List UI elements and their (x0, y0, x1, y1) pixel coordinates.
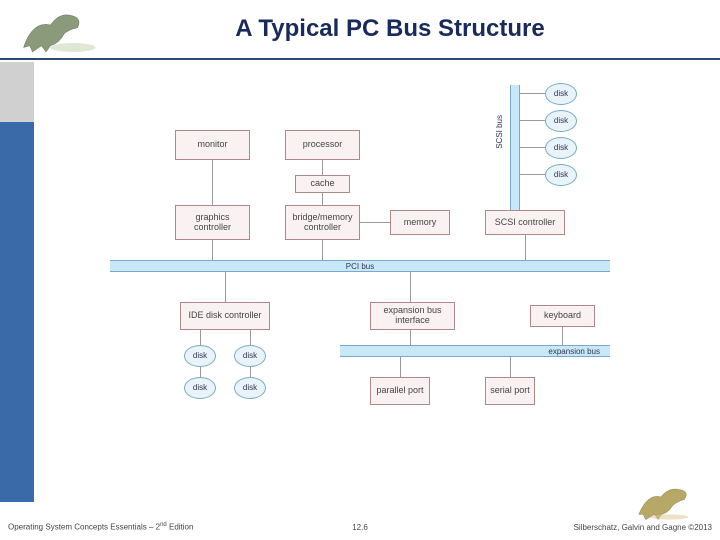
monitor-box: monitor (175, 130, 250, 160)
bus-diagram: SCSI bus disk disk disk disk monitor pro… (90, 85, 670, 485)
wire (562, 327, 563, 345)
wire (212, 160, 213, 205)
sidebar-gray (0, 62, 34, 122)
cache-box: cache (295, 175, 350, 193)
wire (200, 367, 201, 377)
wire (520, 120, 545, 121)
graphics-controller-box: graphics controller (175, 205, 250, 240)
wire (360, 222, 390, 223)
wire (250, 330, 251, 345)
ide-disk: disk (234, 377, 266, 399)
wire (520, 147, 545, 148)
ide-disk: disk (184, 345, 216, 367)
memory-box: memory (390, 210, 450, 235)
wire (410, 272, 411, 302)
wire (322, 160, 323, 175)
scsi-bus-label: SCSI bus (495, 115, 504, 149)
wire (212, 240, 213, 260)
pci-bus: PCI bus (110, 260, 610, 272)
wire (510, 357, 511, 377)
wire (520, 93, 545, 94)
wire (322, 193, 323, 205)
wire (322, 240, 323, 260)
ide-controller-box: IDE disk controller (180, 302, 270, 330)
wire (525, 235, 526, 260)
ide-disk: disk (184, 377, 216, 399)
bridge-memory-box: bridge/memory controller (285, 205, 360, 240)
expansion-interface-box: expansion bus interface (370, 302, 455, 330)
book-title: Operating System Concepts Essentials – 2 (8, 523, 160, 532)
wire (225, 272, 226, 302)
footer-right: Silberschatz, Galvin and Gagne ©2013 (574, 523, 712, 532)
scsi-controller-box: SCSI controller (485, 210, 565, 235)
processor-box: processor (285, 130, 360, 160)
expansion-bus: expansion bus (340, 345, 610, 357)
scsi-disk: disk (545, 110, 577, 132)
edition-word: Edition (167, 523, 194, 532)
edition-ordinal: nd (160, 522, 167, 528)
wire (200, 330, 201, 345)
wire (250, 367, 251, 377)
footer-left: Operating System Concepts Essentials – 2… (8, 522, 193, 532)
slide-header: A Typical PC Bus Structure (0, 0, 720, 60)
scsi-disk: disk (545, 164, 577, 186)
ide-disk: disk (234, 345, 266, 367)
slide-title: A Typical PC Bus Structure (0, 0, 720, 43)
sidebar-blue (0, 122, 34, 502)
scsi-bus (510, 85, 520, 215)
scsi-disk: disk (545, 137, 577, 159)
authors: Silberschatz, Galvin and Gagne (574, 523, 689, 532)
scsi-disk: disk (545, 83, 577, 105)
slide-number: 12.6 (352, 523, 368, 532)
slide-footer: Operating System Concepts Essentials – 2… (0, 515, 720, 535)
wire (410, 330, 411, 345)
dinosaur-logo-icon (10, 2, 100, 57)
sidebar-decoration (0, 62, 34, 502)
parallel-port-box: parallel port (370, 377, 430, 405)
wire (520, 174, 545, 175)
keyboard-box: keyboard (530, 305, 595, 327)
serial-port-box: serial port (485, 377, 535, 405)
wire (400, 357, 401, 377)
copyright-year: 2013 (694, 523, 712, 532)
